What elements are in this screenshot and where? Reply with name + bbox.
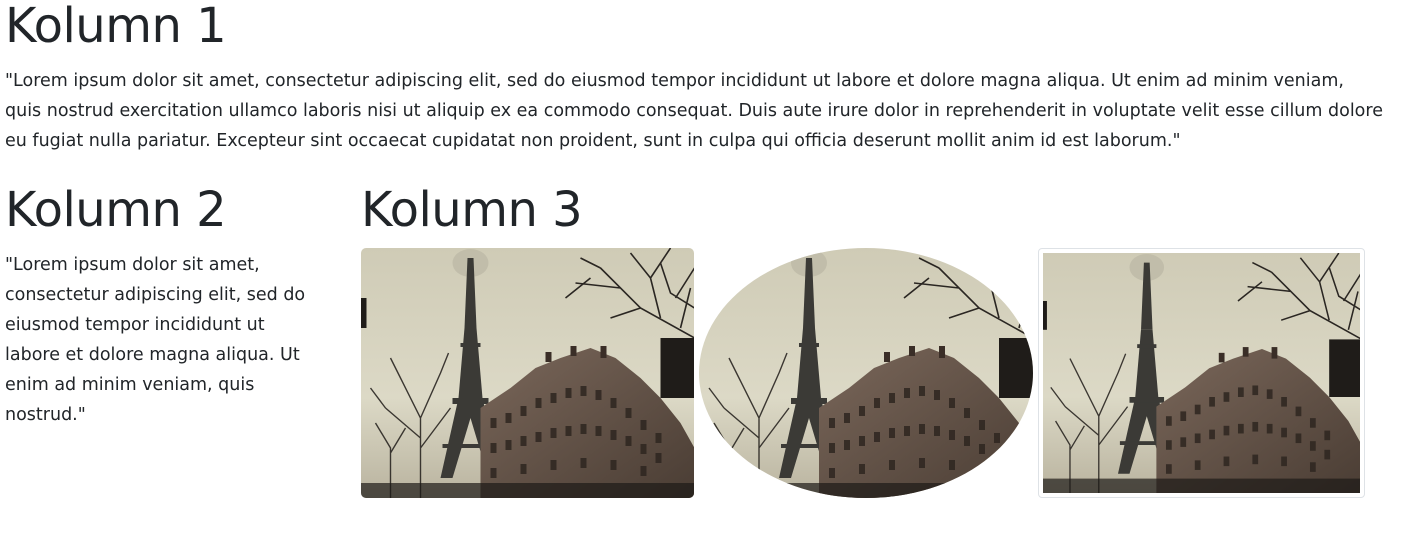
- column-1: Kolumn 1 "Lorem ipsum dolor sit amet, co…: [5, 0, 1385, 156]
- thumbnail-image: [1038, 248, 1365, 498]
- image-gallery: [361, 248, 1381, 500]
- column-2-text: "Lorem ipsum dolor sit amet, consectetur…: [5, 255, 306, 425]
- column-2: Kolumn 2 "Lorem ipsum dolor sit amet, co…: [5, 184, 325, 430]
- page: Kolumn 1 "Lorem ipsum dolor sit amet, co…: [0, 0, 1408, 553]
- column-3: Kolumn 3: [361, 184, 1381, 500]
- column-1-text: "Lorem ipsum dolor sit amet, consectetur…: [5, 71, 1383, 151]
- column-3-heading: Kolumn 3: [361, 182, 583, 238]
- circle-image: [699, 248, 1033, 498]
- rounded-image: [361, 248, 694, 498]
- column-2-heading: Kolumn 2: [5, 182, 227, 238]
- column-1-heading: Kolumn 1: [5, 0, 227, 54]
